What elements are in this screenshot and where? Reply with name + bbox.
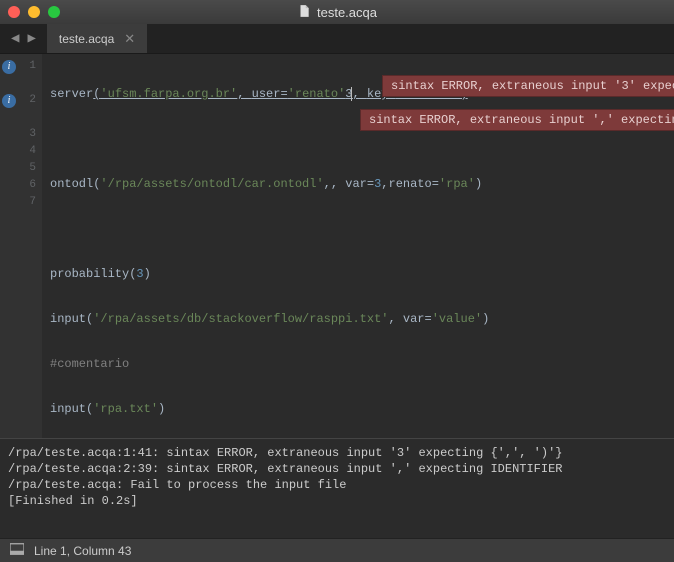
- nav-back-icon[interactable]: ◀: [8, 28, 22, 49]
- console-line: [Finished in 0.2s]: [8, 494, 138, 508]
- cursor-position: Line 1, Column 43: [34, 544, 131, 558]
- window-controls: [8, 6, 60, 18]
- tab-teste-acqa[interactable]: teste.acqa ✕: [47, 24, 147, 53]
- console-line: /rpa/teste.acqa:1:41: sintax ERROR, extr…: [8, 446, 563, 460]
- nav-forward-icon[interactable]: ▶: [24, 28, 38, 49]
- line-number: 3: [29, 126, 36, 143]
- line-number: 4: [29, 143, 36, 160]
- close-icon[interactable]: ✕: [124, 31, 135, 47]
- titlebar: teste.acqa: [0, 0, 674, 24]
- minimize-window-button[interactable]: [28, 6, 40, 18]
- console-panel[interactable]: /rpa/teste.acqa:1:41: sintax ERROR, extr…: [0, 438, 674, 538]
- code-area[interactable]: server('ufsm.farpa.org.br', user='renato…: [42, 54, 674, 438]
- info-marker-icon[interactable]: i: [2, 94, 16, 108]
- window-title-area: teste.acqa: [297, 4, 377, 21]
- status-bar: Line 1, Column 43: [0, 538, 674, 562]
- panel-toggle-icon[interactable]: [10, 543, 24, 558]
- tab-label: teste.acqa: [59, 32, 114, 46]
- close-window-button[interactable]: [8, 6, 20, 18]
- line-number: 1: [29, 58, 36, 75]
- tab-nav: ◀ ▶: [0, 28, 47, 49]
- zoom-window-button[interactable]: [48, 6, 60, 18]
- tab-bar: ◀ ▶ teste.acqa ✕: [0, 24, 674, 54]
- console-line: /rpa/teste.acqa:2:39: sintax ERROR, extr…: [8, 462, 563, 476]
- console-line: /rpa/teste.acqa: Fail to process the inp…: [8, 478, 346, 492]
- line-number: 5: [29, 160, 36, 177]
- info-marker-icon[interactable]: i: [2, 60, 16, 74]
- window-title: teste.acqa: [317, 5, 377, 20]
- error-tooltip: sintax ERROR, extraneous input ',' expec…: [360, 109, 674, 131]
- code-line: input('rpa.txt'): [42, 401, 674, 418]
- line-number: 6: [29, 177, 36, 194]
- code-line: ontodl('/rpa/assets/ontodl/car.ontodl',,…: [42, 176, 674, 193]
- file-icon: [297, 4, 311, 21]
- error-tooltip: sintax ERROR, extraneous input '3' expec…: [382, 75, 674, 97]
- line-number: 7: [29, 194, 36, 211]
- editor[interactable]: i1 i2 3 4 5 6 7 server('ufsm.farpa.org.b…: [0, 54, 674, 438]
- code-line: probability(3): [42, 266, 674, 283]
- code-line: input('/rpa/assets/db/stackoverflow/rasp…: [42, 311, 674, 328]
- code-line: #comentario: [42, 356, 674, 373]
- gutter: i1 i2 3 4 5 6 7: [0, 54, 42, 438]
- line-number: 2: [29, 92, 36, 109]
